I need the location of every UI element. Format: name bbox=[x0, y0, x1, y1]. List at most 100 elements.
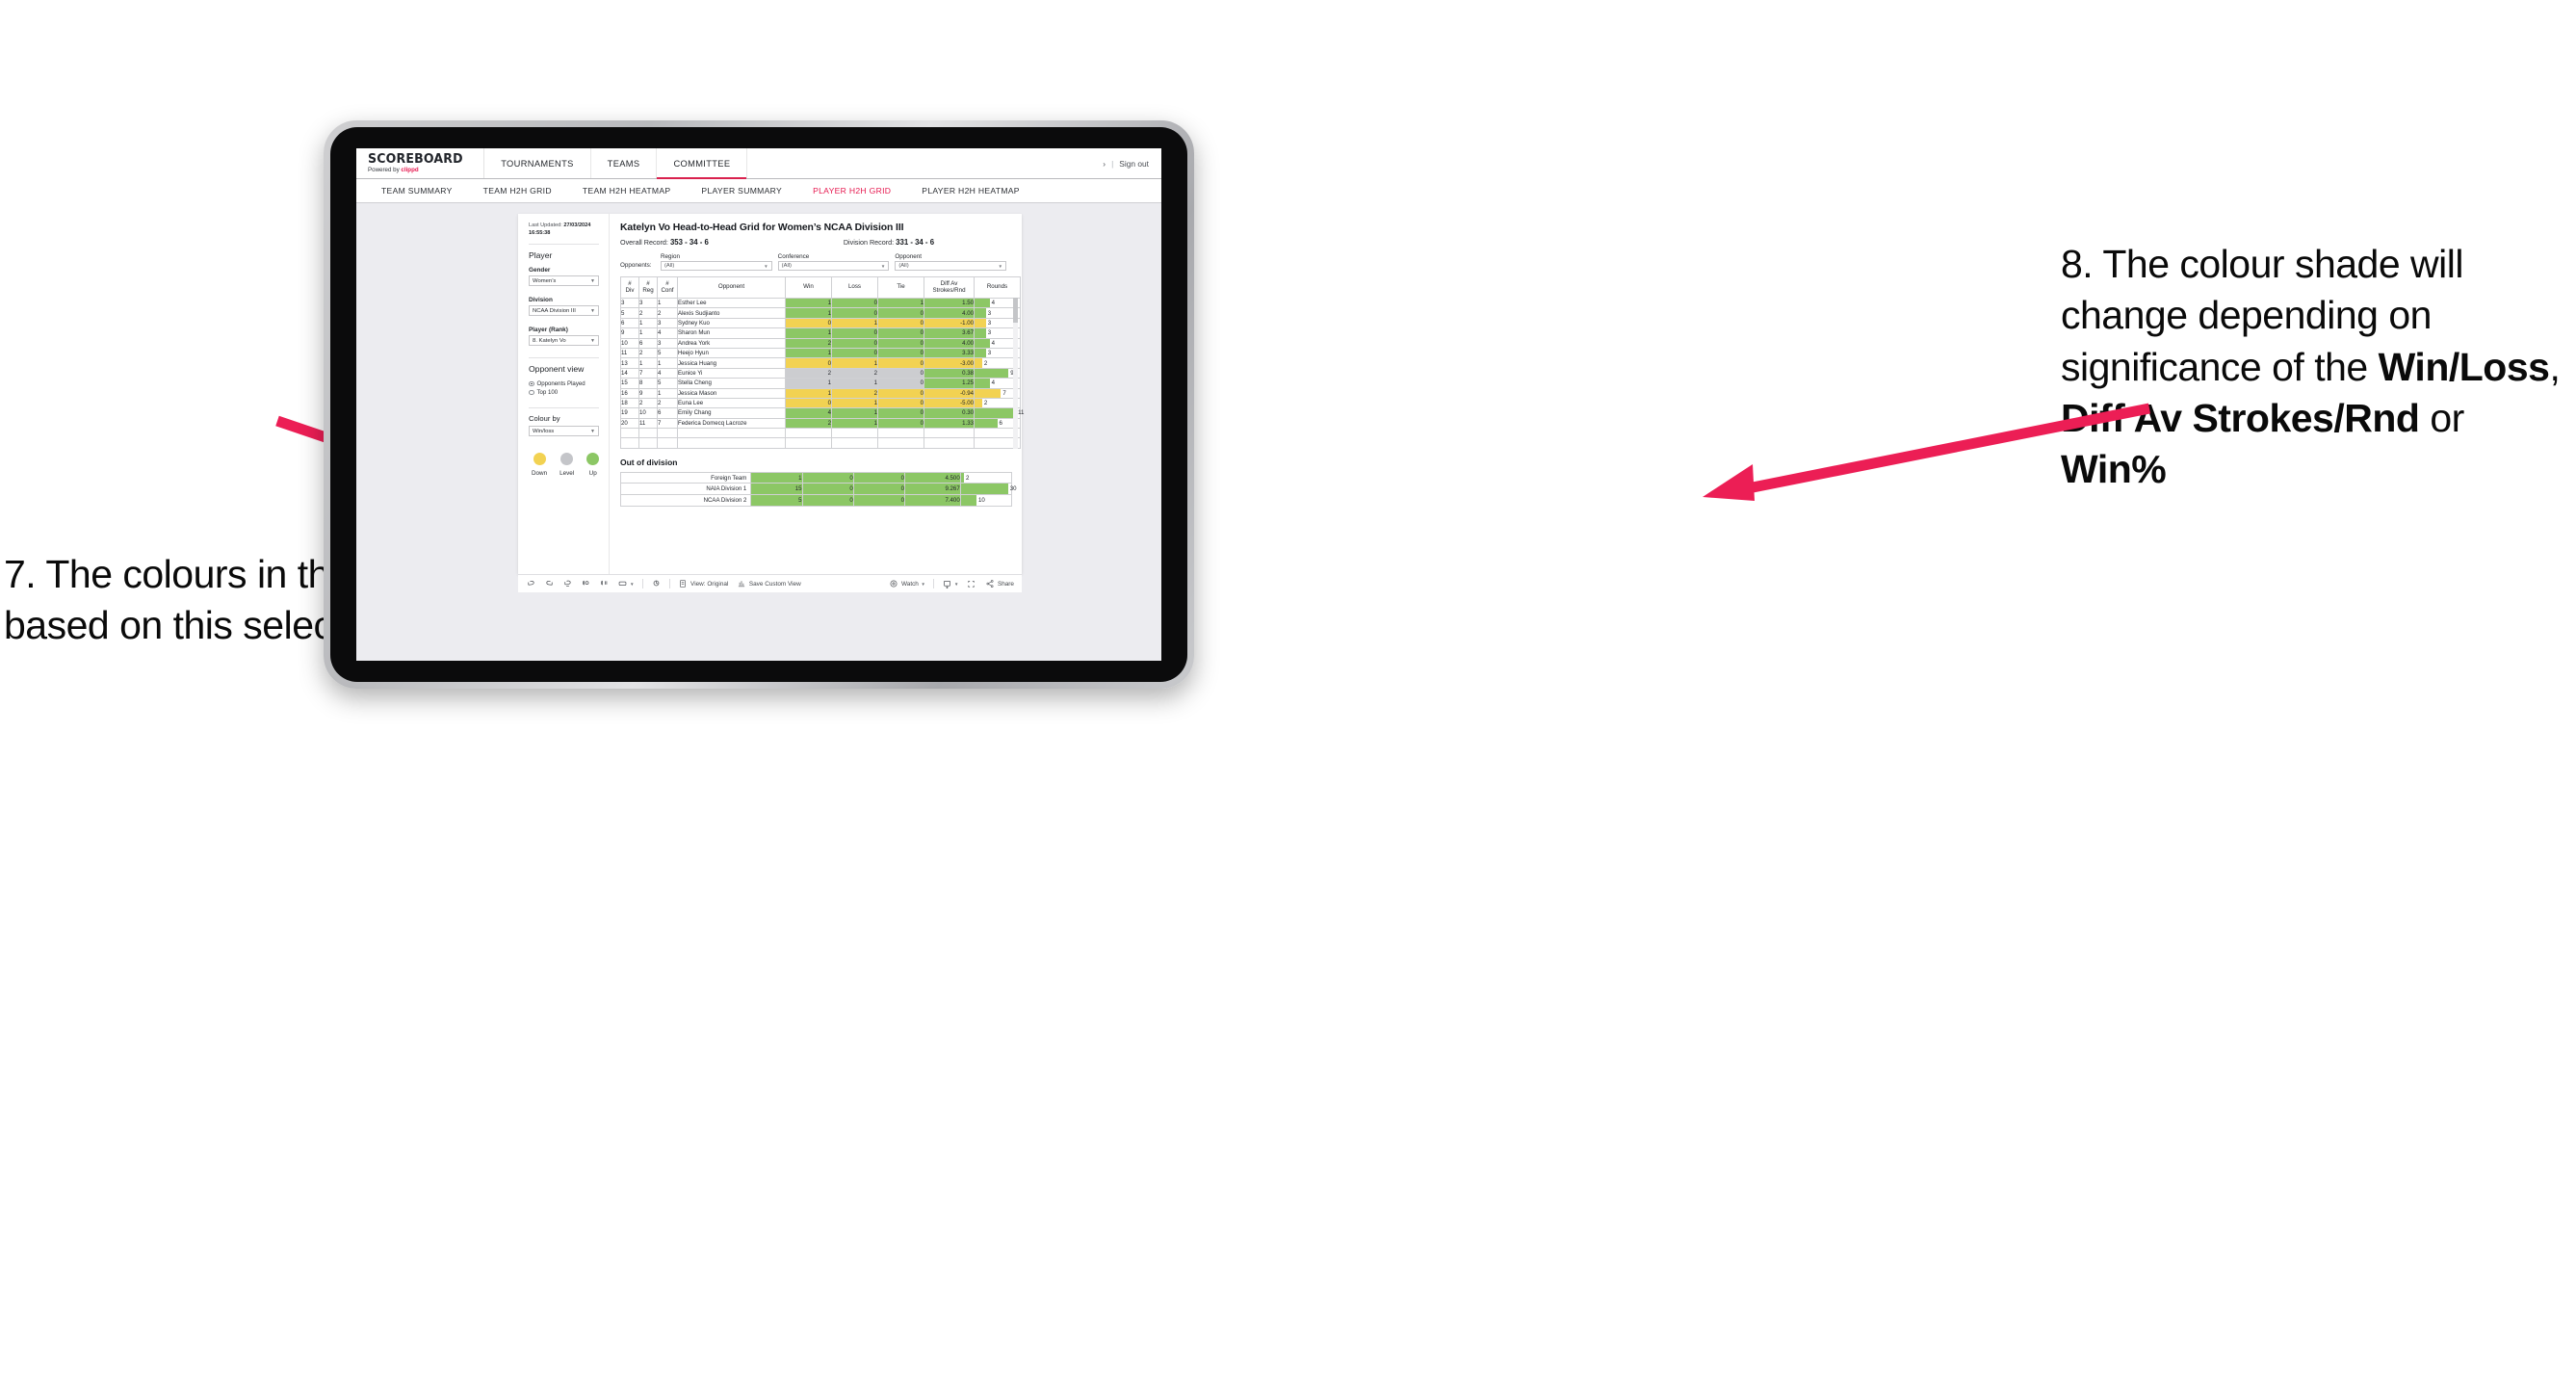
cell-div-rank: 19 bbox=[620, 407, 639, 419]
table-row[interactable]: 16 9 1 Jessica Mason 1 2 0 -0.94 7 bbox=[620, 387, 1021, 399]
redo-icon[interactable] bbox=[544, 579, 555, 589]
device-layout-icon[interactable] bbox=[617, 579, 628, 589]
refresh-data-icon[interactable] bbox=[581, 579, 591, 589]
col-header-rounds[interactable]: Rounds bbox=[974, 276, 1021, 299]
table-row[interactable]: 6 1 3 Sydney Kuo 0 1 0 -1.00 3 bbox=[620, 317, 1021, 329]
nav-tab-committee[interactable]: COMMITTEE bbox=[657, 148, 748, 179]
toolbar-divider bbox=[641, 579, 643, 588]
cell-diff-av-strokes: 1.50 bbox=[924, 297, 975, 309]
col-header-reg[interactable]: # Reg bbox=[638, 276, 658, 299]
chevron-right-icon[interactable]: › bbox=[1103, 159, 1106, 169]
undo-icon[interactable] bbox=[526, 579, 536, 589]
chevron-down-icon[interactable]: ▼ bbox=[954, 582, 959, 587]
brand-logo[interactable]: SCOREBOARD Powered by clippd bbox=[356, 148, 485, 178]
col-header-loss[interactable]: Loss bbox=[831, 276, 878, 299]
cell-reg-rank: 1 bbox=[638, 327, 658, 339]
conference-value: (All) bbox=[781, 263, 792, 269]
out-of-division-row[interactable]: NAIA Division 1 15 0 0 9.267 30 bbox=[619, 483, 1017, 496]
col-header-opponent[interactable]: Opponent bbox=[677, 276, 786, 299]
download-icon[interactable] bbox=[942, 579, 952, 589]
radio-top-100[interactable]: Top 100 bbox=[529, 389, 599, 396]
col-header-win[interactable]: Win bbox=[785, 276, 832, 299]
table-row[interactable]: 18 2 2 Euna Lee 0 1 0 -5.00 2 bbox=[620, 397, 1021, 409]
rounds-bar-fill bbox=[975, 308, 986, 318]
table-row[interactable]: 9 1 4 Sharon Mun 1 0 0 3.67 3 bbox=[620, 327, 1021, 339]
cell-opponent: Stella Cheng bbox=[677, 378, 786, 389]
region-select[interactable]: (All) ▼ bbox=[661, 261, 772, 271]
gender-select[interactable]: Women’s ▼ bbox=[529, 275, 599, 287]
subnav-team-h2h-grid[interactable]: TEAM H2H GRID bbox=[468, 186, 567, 196]
help-icon[interactable] bbox=[651, 579, 662, 589]
region-filter: Region (All) ▼ bbox=[661, 253, 772, 271]
table-row[interactable]: 20 11 7 Federica Domecq Lacroze 2 1 0 1.33 6 bbox=[620, 417, 1021, 430]
toolbar-divider bbox=[668, 579, 670, 588]
fullscreen-icon[interactable] bbox=[966, 579, 976, 589]
subnav-team-summary[interactable]: TEAM SUMMARY bbox=[366, 186, 468, 196]
out-of-division-row[interactable]: NCAA Division 2 5 0 0 7.400 10 bbox=[619, 494, 1013, 507]
brand-name: SCOREBOARD bbox=[368, 150, 463, 167]
subnav-player-h2h-grid[interactable]: PLAYER H2H GRID bbox=[797, 186, 906, 196]
player-rank-select[interactable]: 8. Katelyn Vo ▼ bbox=[529, 335, 599, 347]
table-row[interactable]: 15 8 5 Stella Cheng 1 1 0 1.25 4 bbox=[620, 378, 1021, 389]
colour-by-select[interactable]: Win/loss ▼ bbox=[529, 426, 599, 437]
view-original-button[interactable]: View: Original bbox=[678, 579, 729, 589]
cell-div-rank: 20 bbox=[620, 417, 639, 430]
revert-icon[interactable] bbox=[562, 579, 573, 589]
cell-diff-av-strokes: 4.00 bbox=[924, 307, 975, 319]
tablet-screen: SCOREBOARD Powered by clippd TOURNAMENTS… bbox=[356, 148, 1161, 661]
table-row[interactable]: 10 6 3 Andrea York 2 0 0 4.00 4 bbox=[620, 337, 1021, 349]
cell-conf-rank: 6 bbox=[657, 407, 678, 419]
device-layout-control[interactable]: ▼ bbox=[617, 579, 635, 589]
chevron-down-icon[interactable]: ▼ bbox=[630, 582, 635, 587]
view-original-label: View: Original bbox=[690, 580, 729, 588]
grid-scrollbar[interactable] bbox=[1013, 298, 1018, 449]
grid-scrollbar-thumb[interactable] bbox=[1013, 298, 1018, 323]
page-title: Katelyn Vo Head-to-Head Grid for Women’s… bbox=[620, 222, 904, 233]
subnav-player-summary[interactable]: PLAYER SUMMARY bbox=[686, 186, 797, 196]
subnav-player-h2h-heatmap[interactable]: PLAYER H2H HEATMAP bbox=[906, 186, 1035, 196]
opponent-select[interactable]: (All) ▼ bbox=[895, 261, 1007, 271]
col-header-diff-av-strokes-rnd[interactable]: Diff Av Strokes/Rnd bbox=[924, 276, 975, 299]
annotation-8-bold-winloss: Win/Loss bbox=[2378, 344, 2550, 389]
chevron-down-icon[interactable]: ▼ bbox=[921, 582, 925, 587]
sign-out-link[interactable]: Sign out bbox=[1119, 159, 1149, 169]
nav-tab-teams[interactable]: TEAMS bbox=[591, 148, 658, 178]
cell-win: 2 bbox=[785, 367, 832, 379]
cell-group-name: NCAA Division 2 bbox=[619, 494, 752, 507]
table-row[interactable]: 13 1 1 Jessica Huang 0 1 0 -3.00 2 bbox=[620, 357, 1021, 369]
divider bbox=[529, 357, 599, 359]
h2h-grid-wrapper: # Div # Reg # Conf Opponent Win Loss Tie Diff Av St… bbox=[620, 276, 1024, 449]
table-row[interactable]: 11 2 5 Heejo Hyun 1 0 0 3.33 3 bbox=[620, 347, 1021, 359]
share-icon bbox=[984, 579, 995, 589]
rounds-bar-value: 3 bbox=[987, 350, 992, 357]
conference-select[interactable]: (All) ▼ bbox=[777, 261, 890, 271]
rounds-bar-value: 3 bbox=[987, 309, 992, 317]
cell-div-rank: 16 bbox=[620, 387, 639, 399]
download-button[interactable]: ▼ bbox=[942, 579, 959, 589]
table-row[interactable]: 19 10 6 Emily Chang 4 1 0 0.30 11 bbox=[620, 407, 1024, 419]
legend-item-down: Down bbox=[532, 453, 547, 477]
table-row[interactable]: 3 3 1 Esther Lee 1 0 1 1.50 4 bbox=[620, 297, 1021, 309]
col-header-div[interactable]: # Div bbox=[620, 276, 639, 299]
toolbar-divider bbox=[932, 579, 934, 588]
division-select[interactable]: NCAA Division III ▼ bbox=[529, 305, 599, 317]
cell-group-name: Foreign Team bbox=[619, 471, 752, 484]
player-rank-value: 8. Katelyn Vo bbox=[533, 337, 566, 344]
table-row[interactable]: 14 7 4 Eunice Yi 2 2 0 0.38 9 bbox=[620, 367, 1021, 379]
table-row[interactable]: 5 2 2 Alexis Sudjianto 1 0 0 4.00 3 bbox=[620, 307, 1021, 319]
out-of-division-row[interactable]: Foreign Team 1 0 0 4.500 2 bbox=[619, 471, 1013, 484]
rounds-bar-fill bbox=[975, 398, 982, 408]
col-header-tie[interactable]: Tie bbox=[877, 276, 924, 299]
rounds-bar-value: 7 bbox=[1002, 389, 1006, 397]
subnav-team-h2h-heatmap[interactable]: TEAM H2H HEATMAP bbox=[567, 186, 687, 196]
table-header-row: # Div # Reg # Conf Opponent Win Loss Tie Diff Av St… bbox=[620, 276, 1021, 299]
radio-opponents-played[interactable]: Opponents Played bbox=[529, 380, 599, 387]
pause-auto-update-icon[interactable] bbox=[599, 579, 610, 589]
rounds-bar-fill bbox=[975, 328, 986, 338]
watch-button[interactable]: Watch ▼ bbox=[888, 579, 925, 589]
save-custom-view-button[interactable]: Save Custom View bbox=[736, 579, 801, 589]
share-button[interactable]: Share bbox=[984, 579, 1014, 589]
nav-tab-tournaments[interactable]: TOURNAMENTS bbox=[484, 148, 591, 178]
share-label: Share bbox=[997, 580, 1014, 588]
col-header-conf[interactable]: # Conf bbox=[657, 276, 678, 299]
